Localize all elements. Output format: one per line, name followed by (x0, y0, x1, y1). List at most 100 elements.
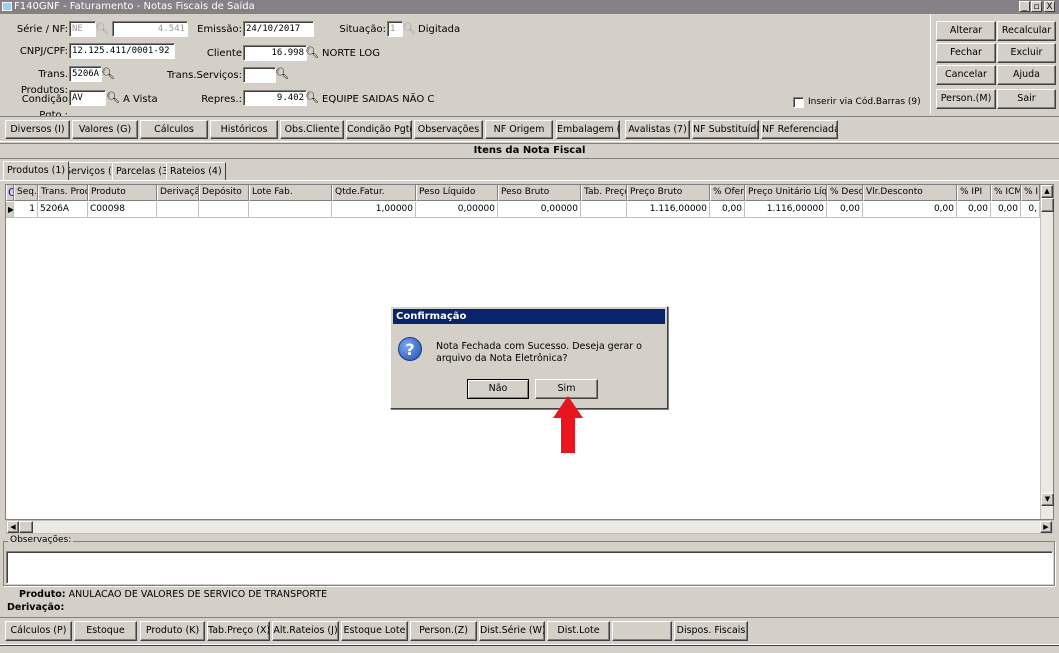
column-header[interactable]: Qtde.Fatur. (332, 185, 416, 201)
table-cell[interactable]: 1.116,00000 (745, 202, 827, 218)
column-header[interactable]: % IPI (957, 185, 991, 201)
toolbar-button-5[interactable]: Condição Pgto. (346, 120, 412, 139)
restore-button[interactable]: ▫ (1031, 1, 1042, 12)
column-header[interactable]: Lote Fab. (249, 185, 332, 201)
table-cell[interactable]: 0,00 (957, 202, 991, 218)
table-cell[interactable]: 0,00 (827, 202, 863, 218)
column-header[interactable]: Peso Bruto (498, 185, 581, 201)
excluir-button[interactable]: Excluir (997, 43, 1056, 63)
toolbar-button-3[interactable]: Históricos (210, 120, 278, 139)
column-header[interactable]: Derivação (157, 185, 199, 201)
table-cell[interactable]: 0,00 (863, 202, 957, 218)
toolbar-button-7[interactable]: NF Origem (485, 120, 553, 139)
column-header[interactable]: Seq. (14, 185, 38, 201)
table-cell[interactable]: C00098 (88, 202, 157, 218)
table-cell[interactable]: 1,00000 (332, 202, 416, 218)
bottom-button-2[interactable]: Produto (K) (140, 621, 205, 641)
column-header[interactable]: % ICMS (991, 185, 1021, 201)
trans-servicos-field[interactable] (243, 67, 276, 83)
column-header[interactable]: % Desc. (827, 185, 863, 201)
column-header[interactable]: % IR (1021, 185, 1040, 201)
table-cell[interactable] (249, 202, 332, 218)
bottom-button-5[interactable]: Estoque Lote (341, 621, 408, 641)
barcode-checkbox[interactable] (793, 97, 804, 108)
toolbar-button-0[interactable]: Diversos (I) (5, 120, 70, 139)
search-icon[interactable]: 🔍︎ (101, 66, 115, 82)
toolbar-button-10[interactable]: NF Substituída (692, 120, 759, 139)
table-cell[interactable]: 0,00000 (416, 202, 498, 218)
column-header[interactable]: % Oferta (710, 185, 745, 201)
horizontal-scrollbar[interactable]: ◀ ▶ (6, 520, 1053, 534)
column-header[interactable]: Tab. Preço (581, 185, 627, 201)
minimize-button[interactable]: _ (1019, 1, 1030, 12)
table-cell[interactable] (581, 202, 627, 218)
nf-number-field[interactable]: 4.541 (112, 21, 188, 37)
toolbar-button-2[interactable]: Cálculos (140, 120, 208, 139)
search-icon[interactable]: 🔍︎ (275, 66, 289, 82)
situacao-field[interactable]: 1 (387, 21, 403, 37)
scroll-up-arrow-icon[interactable]: ▲ (1041, 185, 1053, 198)
vertical-scrollbar[interactable]: ▲ ▼ (1040, 185, 1054, 519)
search-icon[interactable]: 🔍︎ (402, 21, 416, 37)
recalcular-button[interactable]: Recalcular (997, 21, 1056, 41)
column-header[interactable]: C (6, 185, 14, 201)
table-cell[interactable]: 5206A (38, 202, 88, 218)
scroll-down-arrow-icon[interactable]: ▼ (1041, 493, 1054, 506)
table-cell[interactable] (199, 202, 249, 218)
scroll-left-arrow-icon[interactable]: ◀ (7, 521, 19, 533)
close-button[interactable]: X (1044, 1, 1055, 12)
search-icon[interactable]: 🔍︎ (305, 45, 319, 61)
toolbar-button-8[interactable]: Embalagem (0) (556, 120, 620, 139)
fechar-button[interactable]: Fechar (936, 43, 996, 63)
column-header[interactable]: Vlr.Desconto (863, 185, 957, 201)
search-icon[interactable]: 🔍︎ (95, 21, 109, 37)
person-button[interactable]: Person.(M) (936, 89, 996, 109)
ajuda-button[interactable]: Ajuda (997, 65, 1056, 85)
repres-field[interactable]: 9.402 (243, 90, 307, 106)
cliente-field[interactable]: 16.998 (243, 45, 307, 61)
search-icon[interactable]: 🔍︎ (106, 90, 120, 106)
nao-button[interactable]: Não (467, 379, 529, 399)
cnpj-field[interactable]: 12.125.411/0001-92 (69, 43, 175, 59)
toolbar-button-9[interactable]: Avalistas (7) (625, 120, 690, 139)
sair-button[interactable]: Sair (997, 89, 1056, 109)
column-header[interactable]: Depósito (199, 185, 249, 201)
bottom-button-6[interactable]: Person.(Z) (410, 621, 477, 641)
bottom-button-3[interactable]: Tab.Preço (X) (207, 621, 270, 641)
column-header[interactable]: Preço Bruto (627, 185, 710, 201)
tab-produtos[interactable]: Produtos (1) (3, 161, 70, 180)
trans-produtos-field[interactable]: 5206A (69, 66, 102, 82)
search-icon[interactable]: 🔍︎ (305, 90, 319, 106)
table-cell[interactable]: 0,00000 (498, 202, 581, 218)
table-cell[interactable]: 1 (14, 202, 38, 218)
condicao-field[interactable]: AV (69, 90, 106, 106)
row-pointer-icon[interactable]: ▶ (6, 202, 14, 218)
column-header[interactable]: Produto (88, 185, 157, 201)
toolbar-button-4[interactable]: Obs.Cliente (280, 120, 344, 139)
table-cell[interactable] (157, 202, 199, 218)
toolbar-button-1[interactable]: Valores (G) (72, 120, 138, 139)
observacoes-field[interactable] (6, 551, 1053, 584)
toolbar-button-11[interactable]: NF Referenciada (761, 120, 838, 139)
emissao-field[interactable]: 24/10/2017 (243, 21, 314, 37)
bottom-button-4[interactable]: Alt.Rateios (J) (272, 621, 339, 641)
column-header[interactable]: Trans. Prod. (38, 185, 88, 201)
table-cell[interactable]: 0,00 (991, 202, 1021, 218)
table-cell[interactable]: 0, (1021, 202, 1040, 218)
tab-rateios[interactable]: Rateios (4) (166, 162, 226, 180)
cancelar-button[interactable]: Cancelar (936, 65, 996, 85)
bottom-button-0[interactable]: Cálculos (P) (5, 621, 72, 641)
bottom-button-1[interactable]: Estoque (74, 621, 137, 641)
scroll-thumb[interactable] (1041, 198, 1054, 212)
hscroll-thumb[interactable] (19, 521, 33, 533)
scroll-right-arrow-icon[interactable]: ▶ (1040, 521, 1052, 533)
bottom-button-10[interactable]: Dispos. Fiscais (674, 621, 748, 641)
serie-field[interactable]: NE (69, 21, 96, 37)
bottom-button-8[interactable]: Dist.Lote (547, 621, 610, 641)
table-cell[interactable]: 0,00 (710, 202, 745, 218)
column-header[interactable]: Peso Líquido (416, 185, 498, 201)
toolbar-button-6[interactable]: Observações (414, 120, 483, 139)
bottom-button-7[interactable]: Dist.Série (W) (479, 621, 545, 641)
table-cell[interactable]: 1.116,00000 (627, 202, 710, 218)
bottom-button-9[interactable] (612, 621, 672, 641)
